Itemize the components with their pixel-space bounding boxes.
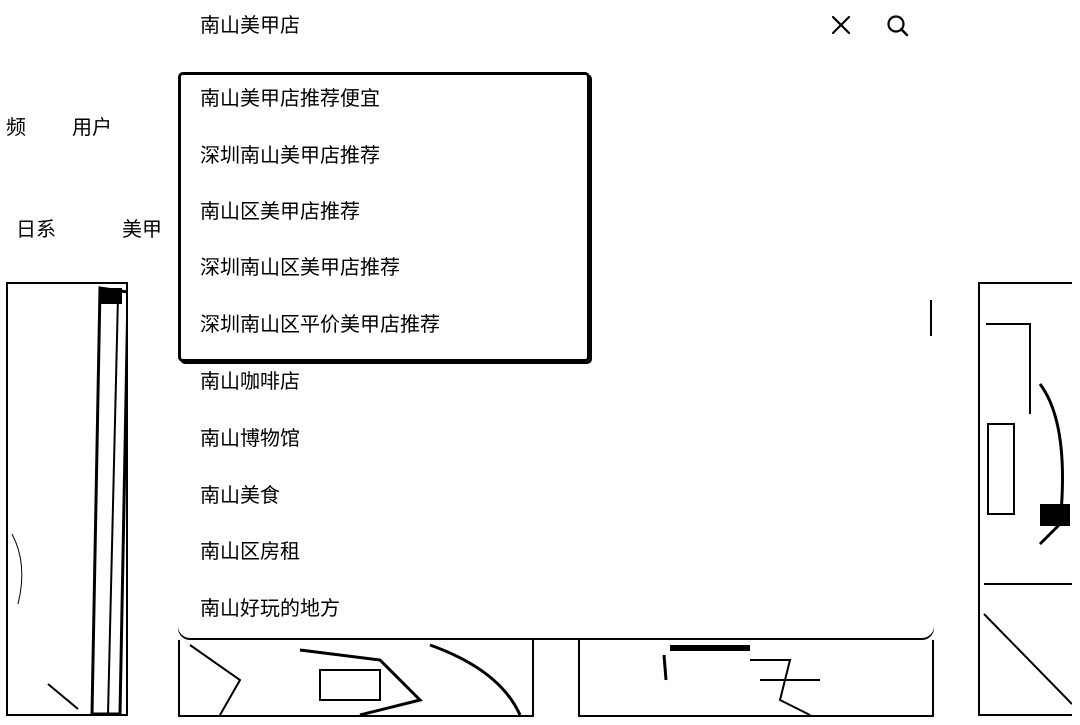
- search-icon[interactable]: [886, 14, 910, 38]
- suggestion-item[interactable]: 南山咖啡店: [200, 368, 300, 394]
- suggestion-item[interactable]: 南山美甲店推荐便宜: [200, 85, 380, 111]
- result-card-image[interactable]: [178, 640, 534, 717]
- suggestion-item[interactable]: 南山区美甲店推荐: [200, 198, 360, 224]
- suggestion-item[interactable]: 南山区房租: [200, 538, 300, 564]
- suggestion-item[interactable]: 南山博物馆: [200, 425, 300, 451]
- close-icon[interactable]: [830, 14, 852, 36]
- result-card-image[interactable]: [978, 282, 1072, 716]
- search-input[interactable]: 南山美甲店: [200, 12, 300, 38]
- category-nail[interactable]: 美甲: [122, 216, 162, 242]
- card-image: [11, 286, 126, 714]
- tab-users[interactable]: 用户: [72, 114, 112, 140]
- suggestion-item[interactable]: 深圳南山区平价美甲店推荐: [200, 311, 440, 337]
- suggestion-item[interactable]: 深圳南山美甲店推荐: [200, 142, 380, 168]
- search-bar: 南山美甲店: [178, 0, 930, 55]
- suggestion-item[interactable]: 南山好玩的地方: [200, 595, 340, 621]
- search-page: 频 用户 日系 美甲 南山美甲店 南山美甲店推荐便宜 深圳南山美甲店推荐 南山区…: [0, 0, 1080, 725]
- result-card-image[interactable]: [6, 282, 128, 716]
- suggestion-item[interactable]: 南山美食: [200, 482, 280, 508]
- card-image: [189, 643, 522, 715]
- suggestion-dropdown: 南山美甲店推荐便宜 深圳南山美甲店推荐 南山区美甲店推荐 深圳南山区美甲店推荐 …: [178, 72, 934, 638]
- suggestion-item[interactable]: 深圳南山区美甲店推荐: [200, 254, 400, 280]
- card-image: [662, 645, 820, 715]
- result-card-image[interactable]: [578, 640, 934, 717]
- tab-video[interactable]: 频: [6, 114, 26, 140]
- card-image: [983, 323, 1072, 705]
- category-japanese[interactable]: 日系: [16, 216, 56, 242]
- scrollbar-thumb[interactable]: [930, 300, 932, 336]
